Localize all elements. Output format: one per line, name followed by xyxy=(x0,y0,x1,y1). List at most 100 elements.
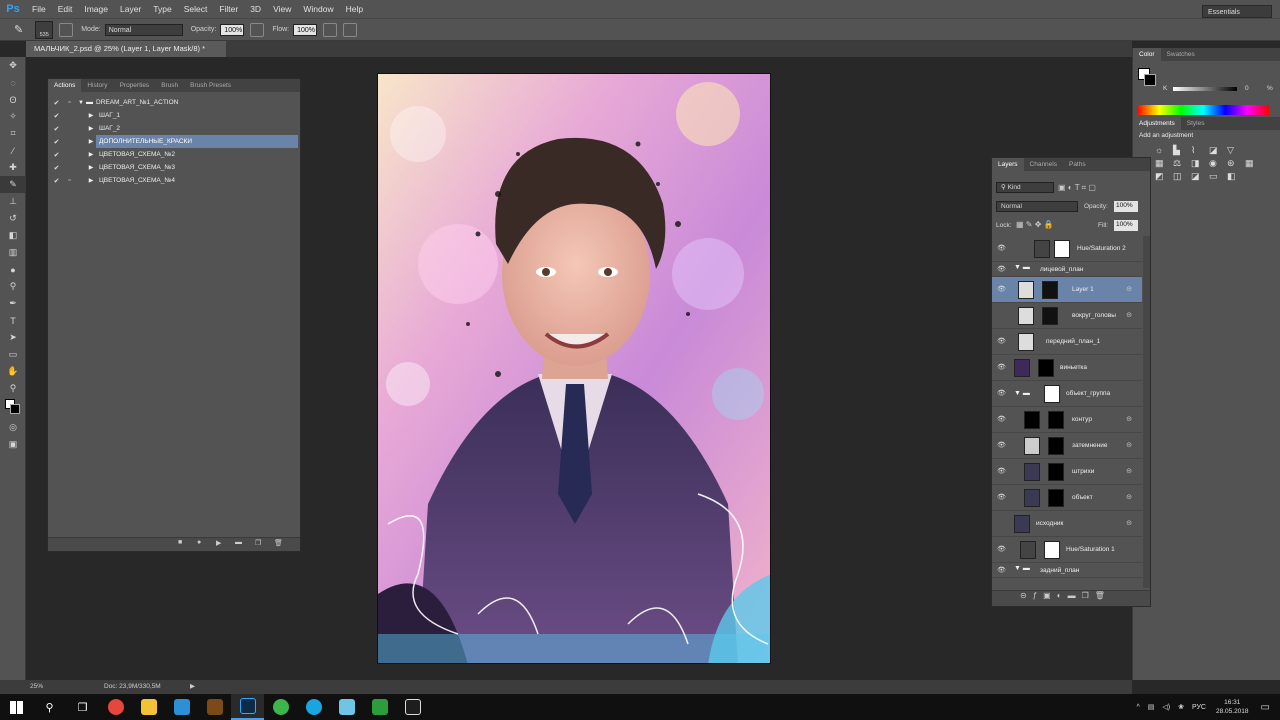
layer-mask-thumb[interactable] xyxy=(1042,281,1058,299)
add-mask-icon[interactable]: ▣ xyxy=(1043,591,1057,600)
menu-edit[interactable]: Edit xyxy=(52,4,79,14)
link-icon[interactable]: ⊝ xyxy=(1126,441,1132,449)
zoom-tool-icon[interactable]: ⚲ xyxy=(0,380,26,397)
tab-swatches[interactable]: Swatches xyxy=(1161,48,1201,61)
lasso-tool-icon[interactable]: ʘ xyxy=(0,91,26,108)
toggle-check-icon[interactable]: ✔ xyxy=(50,164,63,172)
new-group-icon[interactable]: ▬ xyxy=(1068,591,1082,600)
visibility-eye-icon[interactable]: 👁 xyxy=(997,389,1007,397)
visibility-eye-icon[interactable]: 👁 xyxy=(997,566,1007,574)
layer-thumb[interactable] xyxy=(1018,307,1034,325)
marquee-tool-icon[interactable]: ◌ xyxy=(0,74,26,91)
expand-triangle-icon[interactable]: ▶ xyxy=(86,151,96,158)
tab-actions[interactable]: Actions xyxy=(48,79,82,92)
posterize-icon[interactable]: ◫ xyxy=(1173,171,1189,182)
clock[interactable]: 16:31 28.05.2018 xyxy=(1216,698,1249,716)
menu-filter[interactable]: Filter xyxy=(213,4,244,14)
action-row[interactable]: ✔ ▶ ШАГ_1 xyxy=(50,109,298,122)
tab-styles[interactable]: Styles xyxy=(1181,117,1211,130)
dodge-tool-icon[interactable]: ⚲ xyxy=(0,278,26,295)
action-set-row[interactable]: ✔ ▫ ▼ ▬ DREAM_ART_№1_ACTION xyxy=(50,96,298,109)
color-swatches-icon[interactable] xyxy=(0,397,26,419)
eraser-tool-icon[interactable]: ◧ xyxy=(0,227,26,244)
link-icon[interactable]: ⊝ xyxy=(1126,415,1132,423)
action-row-selected[interactable]: ✔ ▶ ДОПОЛНИТЕЛЬНЫЕ_КРАСКИ xyxy=(50,135,298,148)
layer-mask-thumb[interactable] xyxy=(1048,489,1064,507)
color-balance-icon[interactable]: ⚖ xyxy=(1173,158,1189,169)
expand-triangle-icon[interactable]: ▶ xyxy=(86,164,96,171)
network-icon[interactable]: ▤ xyxy=(1148,703,1155,711)
visibility-eye-icon[interactable]: 👁 xyxy=(997,467,1007,475)
layer-thumb[interactable] xyxy=(1014,359,1030,377)
layer-group-row[interactable]: 👁 ▼ ▬ лицевой_план xyxy=(992,262,1142,277)
shape-tool-icon[interactable]: ▭ xyxy=(0,346,26,363)
new-action-icon[interactable]: ❐ xyxy=(255,539,261,547)
link-icon[interactable]: ⊝ xyxy=(1126,311,1132,319)
action-row[interactable]: ✔ ▶ ЦВЕТОВАЯ_СХЕМА_№3 xyxy=(50,161,298,174)
kind-filter-select[interactable]: ⚲ Kind xyxy=(996,182,1054,193)
black-white-icon[interactable]: ◨ xyxy=(1191,158,1207,169)
color-lookup-icon[interactable]: ▦ xyxy=(1245,158,1261,169)
status-menu-arrow-icon[interactable]: ▶ xyxy=(190,680,195,694)
layer-mask-thumb[interactable] xyxy=(1038,359,1054,377)
blur-tool-icon[interactable]: ● xyxy=(0,261,26,278)
airbrush-icon[interactable] xyxy=(323,22,338,37)
type-tool-icon[interactable]: T xyxy=(0,312,26,329)
volume-icon[interactable]: ◁) xyxy=(1162,703,1170,711)
lock-icons[interactable]: ▦ ✎ ✥ 🔒 xyxy=(1016,220,1054,229)
background-color-swatch[interactable] xyxy=(1144,74,1156,86)
toggle-check-icon[interactable]: ✔ xyxy=(50,112,63,120)
expand-triangle-icon[interactable]: ▶ xyxy=(86,125,96,132)
levels-icon[interactable]: ▙ xyxy=(1173,145,1189,156)
visibility-eye-icon[interactable]: 👁 xyxy=(997,545,1007,553)
layer-group-row[interactable]: 👁 ▼ ▬ объект_группа xyxy=(992,381,1142,407)
layer-row[interactable]: 👁 передний_план_1 xyxy=(992,329,1142,355)
fill-input[interactable]: 100% xyxy=(1114,220,1138,231)
link-icon[interactable]: ⊝ xyxy=(1126,467,1132,475)
layer-thumb[interactable] xyxy=(1024,489,1040,507)
visibility-eye-icon[interactable]: 👁 xyxy=(997,441,1007,449)
new-layer-icon[interactable]: ❐ xyxy=(1082,591,1095,600)
tab-color[interactable]: Color xyxy=(1133,48,1161,61)
layer-thumb[interactable] xyxy=(1018,281,1034,299)
layer-thumb[interactable] xyxy=(1024,437,1040,455)
menu-layer[interactable]: Layer xyxy=(114,4,147,14)
chrome-icon[interactable] xyxy=(99,694,132,720)
fx-icon[interactable]: ƒ xyxy=(1033,591,1043,600)
move-tool-icon[interactable]: ✥ xyxy=(0,57,26,74)
link-icon[interactable]: ⊝ xyxy=(1126,493,1132,501)
expand-triangle-icon[interactable]: ▼ xyxy=(76,100,86,106)
visibility-eye-icon[interactable]: 👁 xyxy=(997,285,1007,293)
stop-icon[interactable]: ■ xyxy=(178,539,182,546)
toggle-check-icon[interactable]: ✔ xyxy=(50,177,63,185)
layer-row[interactable]: 👁 виньетка xyxy=(992,355,1142,381)
brush-preset-picker[interactable]: 535 xyxy=(35,20,54,39)
layer-row[interactable]: 👁 контур ⊝ xyxy=(992,407,1142,433)
layer-thumb[interactable] xyxy=(1014,515,1030,533)
zoom-level[interactable]: 25% xyxy=(30,680,43,694)
pressure-size-icon[interactable] xyxy=(343,22,358,37)
k-value[interactable]: 0 xyxy=(1245,85,1249,92)
link-layers-icon[interactable]: ⊝ xyxy=(1020,591,1033,600)
delete-icon[interactable]: 🗑 xyxy=(274,539,283,547)
mode-select[interactable]: Normal xyxy=(104,23,183,36)
action-row[interactable]: ✔ ▫ ▶ ЦВЕТОВАЯ_СХЕМА_№4 xyxy=(50,174,298,187)
layer-row[interactable]: 👁 объект ⊝ xyxy=(992,485,1142,511)
app-icon[interactable] xyxy=(396,694,429,720)
clone-stamp-tool-icon[interactable]: ⊥ xyxy=(0,193,26,210)
photoshop-taskbar-icon[interactable] xyxy=(231,694,264,720)
eyedropper-tool-icon[interactable]: ⁄ xyxy=(0,142,26,159)
bridge-icon[interactable] xyxy=(198,694,231,720)
hand-tool-icon[interactable]: ✋ xyxy=(0,363,26,380)
layer-mask-thumb[interactable] xyxy=(1054,240,1070,258)
start-button[interactable] xyxy=(0,694,33,720)
layer-mask-thumb[interactable] xyxy=(1044,385,1060,403)
tab-layers[interactable]: Layers xyxy=(992,158,1024,171)
toggle-check-icon[interactable]: ✔ xyxy=(50,151,63,159)
layer-row[interactable]: исходник ⊝ xyxy=(992,511,1142,537)
menu-image[interactable]: Image xyxy=(78,4,114,14)
delete-layer-icon[interactable]: 🗑 xyxy=(1095,591,1111,600)
threshold-icon[interactable]: ◪ xyxy=(1191,171,1207,182)
quick-mask-icon[interactable]: ◎ xyxy=(0,419,26,436)
visibility-eye-icon[interactable]: 👁 xyxy=(997,493,1007,501)
